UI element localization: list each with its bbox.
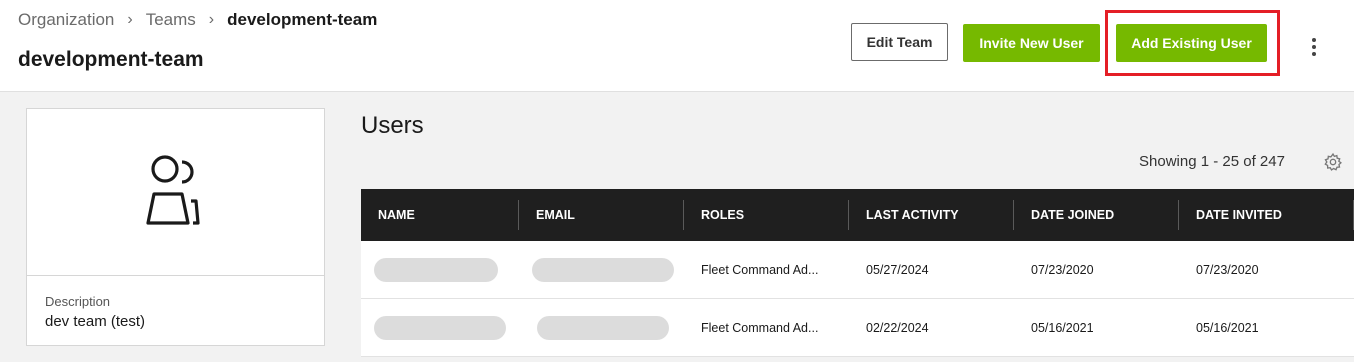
invite-new-user-button[interactable]: Invite New User [963, 24, 1100, 62]
last-activity-cell: 05/27/2024 [866, 262, 929, 277]
date-invited-cell: 07/23/2020 [1196, 262, 1259, 277]
description-label: Description [45, 294, 111, 309]
column-label: LAST ACTIVITY [866, 208, 959, 222]
column-label: DATE JOINED [1031, 208, 1115, 222]
name-cell-redacted [361, 241, 519, 299]
date-invited-cell: 05/16/2021 [1196, 320, 1259, 335]
gear-icon[interactable] [1323, 152, 1343, 172]
page-header: Organization › Teams › development-team … [0, 0, 1354, 92]
column-header-date-joined[interactable]: DATE JOINED [1014, 189, 1179, 241]
more-options-icon[interactable] [1303, 36, 1325, 58]
last-activity-cell: 02/22/2024 [866, 320, 929, 335]
roles-cell: Fleet Command Ad... [701, 262, 819, 277]
users-section-title: Users [361, 112, 424, 139]
pagination-summary: Showing 1 - 25 of 247 [1139, 153, 1285, 170]
breadcrumb-teams[interactable]: Teams [146, 10, 196, 30]
column-label: EMAIL [536, 208, 575, 222]
description-value: dev team (test) [45, 313, 146, 330]
team-icon-area [27, 109, 324, 275]
breadcrumb-organization[interactable]: Organization [18, 10, 114, 30]
email-cell-redacted [519, 241, 684, 299]
highlight-box [1105, 10, 1280, 76]
page-title: development-team [18, 48, 204, 71]
users-table: NAME EMAIL ROLES LAST ACTIVITY DATE JOIN… [361, 189, 1354, 357]
breadcrumb: Organization › Teams › development-team [18, 10, 377, 30]
breadcrumb-current: development-team [227, 10, 378, 29]
table-row[interactable]: Fleet Command Ad... 02/22/2024 05/16/202… [361, 299, 1354, 357]
edit-team-button[interactable]: Edit Team [851, 23, 948, 61]
date-joined-cell: 05/16/2021 [1031, 320, 1094, 335]
email-cell-redacted [519, 299, 684, 357]
column-label: NAME [378, 208, 415, 222]
column-label: DATE INVITED [1196, 208, 1282, 222]
card-divider [27, 275, 324, 276]
column-header-name[interactable]: NAME [361, 189, 519, 241]
name-cell-redacted [361, 299, 519, 357]
team-users-icon [145, 155, 200, 225]
column-header-email[interactable]: EMAIL [519, 189, 684, 241]
date-joined-cell: 07/23/2020 [1031, 262, 1094, 277]
table-row[interactable]: Fleet Command Ad... 05/27/2024 07/23/202… [361, 241, 1354, 299]
breadcrumb-separator: › [127, 11, 133, 28]
breadcrumb-separator: › [208, 11, 215, 28]
column-header-last-activity[interactable]: LAST ACTIVITY [849, 189, 1014, 241]
table-header: NAME EMAIL ROLES LAST ACTIVITY DATE JOIN… [361, 189, 1354, 241]
column-label: ROLES [701, 208, 745, 222]
team-info-card: Description dev team (test) [26, 108, 325, 346]
column-header-roles[interactable]: ROLES [684, 189, 849, 241]
column-header-date-invited[interactable]: DATE INVITED [1179, 189, 1354, 241]
roles-cell: Fleet Command Ad... [701, 320, 819, 335]
